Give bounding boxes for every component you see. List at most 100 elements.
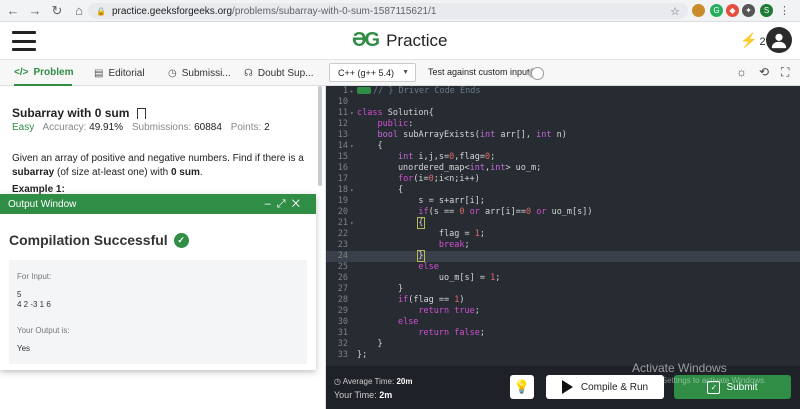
line-number: 17	[337, 174, 348, 184]
problem-title-row: Subarray with 0 sum	[12, 106, 147, 120]
browser-menu-icon[interactable]: ⋮	[778, 4, 791, 17]
submissions-label: Submissions:	[131, 122, 192, 133]
code-text: flag = 1;	[357, 229, 485, 239]
line-number: 11	[337, 108, 348, 118]
code-text: public:	[377, 119, 414, 129]
extension-red-icon[interactable]: ◆	[726, 4, 739, 17]
problem-meta: Easy Accuracy: 49.91% Submissions: 60884…	[12, 122, 276, 133]
accuracy-value: 49.91%	[89, 122, 124, 133]
timer-icon: ◷	[334, 377, 341, 386]
extensions-puzzle-icon[interactable]: ✦	[742, 4, 755, 17]
fold-icon[interactable]: ▾	[350, 108, 354, 119]
line-number: 25	[337, 262, 348, 272]
url-path: /problems/subarray-with-0-sum-1587115621…	[232, 5, 437, 17]
gfg-logo[interactable]: ƏG Practice	[352, 29, 448, 52]
output-window-title: Output Window	[8, 198, 77, 210]
line-number: 26	[337, 273, 348, 283]
fold-icon[interactable]: ▸	[350, 86, 354, 97]
custom-input-label: Test against custom input	[428, 67, 530, 77]
profile-avatar[interactable]: S	[760, 4, 773, 17]
line-number: 30	[337, 317, 348, 327]
tab-editorial[interactable]: ▤ Editorial	[94, 60, 145, 86]
back-icon[interactable]: ←	[4, 2, 22, 20]
status-text: Compilation Successful	[9, 232, 168, 248]
code-line-active: 24 }	[326, 250, 800, 262]
hamburger-menu-icon[interactable]	[12, 31, 36, 51]
hint-button[interactable]: 💡	[510, 375, 534, 399]
extension-grammarly-icon[interactable]: G	[710, 4, 723, 17]
code-text: if(s == 0 or arr[i]==0 or uo_m[s])	[418, 207, 593, 217]
code-text: bool subArrayExists(int arr[], int n)	[377, 130, 567, 140]
theme-sun-icon[interactable]: ☼	[736, 65, 747, 79]
reload-icon[interactable]: ↻	[48, 2, 66, 20]
compile-run-label: Compile & Run	[580, 381, 649, 393]
desc-text: (of size at-least one) with	[54, 167, 171, 178]
input-line-2: 4 2 -3 1 6	[17, 300, 51, 309]
lock-icon: 🔒	[96, 6, 106, 16]
extension-cookie-icon[interactable]	[692, 4, 705, 17]
code-text: uo_m[s] = 1;	[357, 273, 501, 283]
code-text: return true;	[418, 306, 480, 316]
your-output-label: Your Output is:	[17, 326, 70, 335]
bookmark-icon[interactable]	[137, 107, 147, 119]
close-icon[interactable]: ✕	[292, 198, 306, 210]
line-number: 27	[337, 284, 348, 294]
line-number: 19	[337, 196, 348, 206]
code-text: {	[357, 141, 383, 151]
code-text: unordered_map<int,int> uo_m;	[357, 163, 542, 173]
play-icon	[561, 380, 573, 394]
streak[interactable]: ⚡ 2	[740, 32, 766, 49]
points-label: Points:	[230, 122, 262, 133]
problem-scrollbar[interactable]	[318, 86, 322, 186]
code-editor[interactable]: 1 ▸// } Driver Code Ends 10 11 ▾ class Solu…	[326, 86, 800, 366]
avg-time-value: 20m	[396, 377, 413, 386]
code-text: else	[397, 317, 419, 327]
your-time: Your Time: 2m	[334, 390, 392, 400]
tab-submissions[interactable]: ◷ Submissi...	[168, 60, 231, 86]
custom-input-toggle[interactable]	[528, 67, 544, 80]
line-number: 31	[337, 328, 348, 338]
bookmark-star-icon[interactable]: ☆	[670, 5, 680, 18]
code-text: }	[357, 284, 404, 294]
address-bar[interactable]: 🔒 practice.geeksforgeeks.org /problems/s…	[88, 3, 688, 19]
fold-badge[interactable]	[357, 87, 371, 94]
fold-icon[interactable]: ▾	[350, 218, 354, 229]
for-input-label: For Input:	[17, 272, 52, 281]
expand-icon[interactable]: ⤢	[277, 198, 292, 210]
fullscreen-icon[interactable]: ⛶	[781, 65, 789, 80]
minimize-icon[interactable]: –	[265, 198, 277, 210]
accuracy-label: Accuracy:	[42, 122, 87, 133]
code-text: class Solution{	[357, 108, 434, 118]
bolt-icon: ⚡	[740, 32, 758, 48]
your-time-label: Your Time:	[334, 390, 377, 400]
tab-label: Doubt Sup...	[257, 67, 314, 79]
site-header: ƏG Practice ⚡ 2	[0, 22, 800, 60]
code-text: break;	[438, 240, 470, 250]
desc-text: Given an array of positive and negative …	[12, 153, 304, 164]
reset-code-icon[interactable]: ⟲	[759, 65, 769, 79]
code-text: if(flag == 1)	[397, 295, 465, 305]
forward-icon[interactable]: →	[26, 2, 44, 20]
clock-icon: ◷	[168, 67, 177, 79]
line-number: 15	[337, 152, 348, 162]
problem-title: Subarray with 0 sum	[12, 106, 130, 120]
line-number: 20	[337, 207, 348, 217]
home-icon[interactable]: ⌂	[70, 2, 88, 20]
fold-icon[interactable]: ▾	[350, 185, 354, 196]
code-icon: </>	[14, 66, 29, 78]
language-select[interactable]: C++ (g++ 5.4) ▼	[329, 63, 416, 82]
fold-icon[interactable]: ▾	[350, 141, 354, 152]
tab-label: Submissi...	[181, 67, 231, 79]
code-text: for(i=0;i<n;i++)	[397, 174, 480, 184]
output-details: For Input: 5 4 2 -3 1 6 Your Output is: …	[9, 260, 307, 364]
line-number: 22	[337, 229, 348, 239]
code-text: };	[357, 350, 368, 360]
code-text: s = s+arr[i];	[357, 196, 485, 206]
input-line-1: 5	[17, 290, 22, 299]
user-avatar[interactable]	[766, 27, 792, 53]
code-text: }	[417, 250, 425, 262]
tab-doubt-support[interactable]: ☊ Doubt Sup...	[244, 60, 313, 86]
tab-problem[interactable]: </> Problem	[14, 60, 73, 86]
code-text: }	[357, 339, 383, 349]
problem-description: Given an array of positive and negative …	[12, 152, 312, 180]
